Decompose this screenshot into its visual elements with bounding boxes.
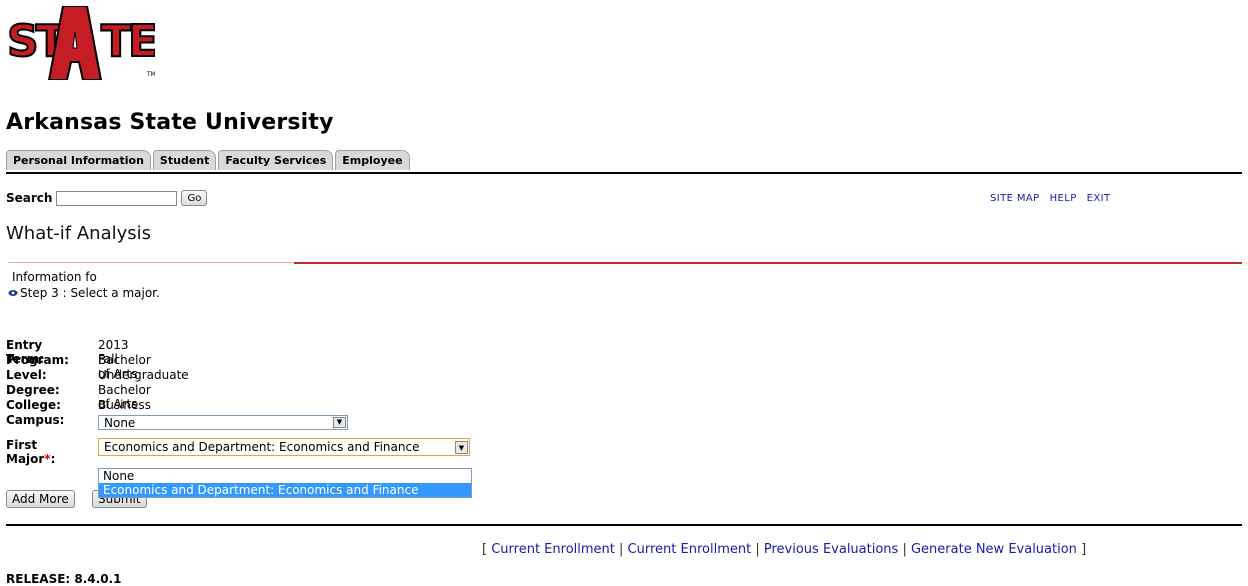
dropdown-option-none[interactable]: None: [99, 469, 471, 483]
level-value: Undergraduate: [98, 368, 189, 382]
previous-evaluations-link[interactable]: Previous Evaluations: [764, 542, 898, 557]
info-icon: [8, 286, 18, 300]
generate-new-evaluation-link[interactable]: Generate New Evaluation: [911, 542, 1077, 557]
chevron-down-icon: ▼: [333, 417, 346, 428]
college-value: Business: [98, 398, 151, 412]
search-bar: Search Go: [6, 190, 208, 206]
separator: |: [902, 542, 907, 557]
tab-employee[interactable]: Employee: [335, 150, 410, 170]
current-enrollment-link[interactable]: Current Enrollment: [491, 542, 615, 557]
level-label: Level:: [6, 368, 47, 382]
svg-text:TE: TE: [101, 16, 155, 67]
university-name: Arkansas State University: [6, 110, 334, 135]
info-text: Information fo: [12, 270, 97, 284]
step-instruction: Step 3 : Select a major.: [8, 286, 160, 300]
tab-divider: [6, 172, 1242, 174]
first-major-label: First Major*:: [6, 438, 56, 466]
step-text: Step 3 : Select a major.: [20, 286, 160, 300]
title-underline-light: [8, 262, 294, 263]
tab-personal-information[interactable]: Personal Information: [6, 150, 151, 170]
tab-faculty-services[interactable]: Faculty Services: [218, 150, 334, 170]
svg-text:TM: TM: [146, 71, 155, 78]
chevron-down-icon: ▼: [455, 441, 468, 454]
first-major-select[interactable]: Economics and Department: Economics and …: [98, 438, 470, 456]
release-version: RELEASE: 8.4.0.1: [6, 572, 122, 586]
university-logo: ST TE TM: [5, 5, 159, 81]
top-links: SITE MAP HELP EXIT: [990, 193, 1110, 204]
first-major-dropdown-list: None Economics and Department: Economics…: [98, 468, 472, 498]
main-tabs: Personal Information Student Faculty Ser…: [6, 150, 410, 170]
program-label: Program:: [6, 353, 69, 367]
go-button[interactable]: Go: [181, 190, 208, 206]
separator: |: [755, 542, 760, 557]
footer-divider: [6, 524, 1242, 526]
dropdown-option-economics[interactable]: Economics and Department: Economics and …: [99, 483, 471, 497]
college-label: College:: [6, 398, 61, 412]
search-label: Search: [6, 191, 53, 205]
footer-links: [ Current Enrollment | Current Enrollmen…: [482, 542, 1086, 557]
campus-select[interactable]: None ▼: [98, 415, 348, 430]
tab-student[interactable]: Student: [152, 150, 217, 170]
page-title: What-if Analysis: [6, 223, 152, 244]
current-enrollment-link-2[interactable]: Current Enrollment: [628, 542, 752, 557]
add-more-button[interactable]: Add More: [6, 490, 75, 508]
campus-label: Campus:: [6, 413, 65, 427]
exit-link[interactable]: EXIT: [1087, 193, 1111, 204]
first-major-selected-value: Economics and Department: Economics and …: [104, 440, 420, 454]
bracket-open: [: [482, 542, 488, 557]
separator: |: [619, 542, 624, 557]
campus-selected-value: None: [104, 416, 136, 430]
degree-label: Degree:: [6, 383, 60, 397]
site-map-link[interactable]: SITE MAP: [990, 193, 1040, 204]
bracket-close: ]: [1081, 542, 1087, 557]
help-link[interactable]: HELP: [1050, 193, 1077, 204]
search-input[interactable]: [56, 190, 178, 206]
title-underline: [294, 262, 1242, 264]
